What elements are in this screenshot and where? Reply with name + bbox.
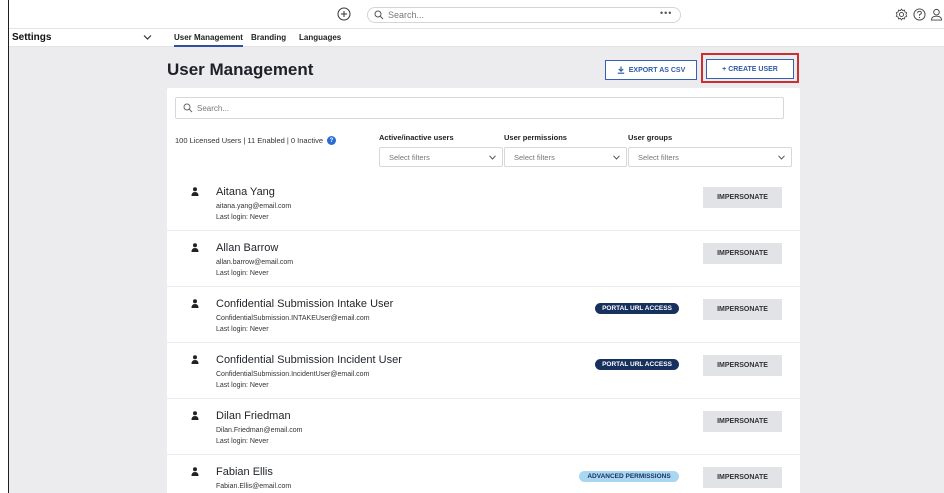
tab-branding[interactable]: Branding	[251, 33, 286, 42]
search-icon	[183, 103, 193, 113]
portal-url-access-badge: PORTAL URL ACCESS	[595, 359, 679, 370]
person-icon	[191, 299, 199, 308]
person-icon	[191, 411, 199, 420]
advanced-permissions-badge: ADVANCED PERMISSIONS	[579, 471, 679, 482]
user-name[interactable]: Allan Barrow	[216, 242, 278, 254]
export-csv-label: EXPORT AS CSV	[628, 66, 686, 74]
top-bar: •••	[9, 0, 944, 29]
help-icon[interactable]	[913, 8, 926, 21]
person-icon	[191, 243, 199, 252]
user-last-login: Last login: Never	[216, 326, 269, 333]
user-counts-text: 100 Licensed Users | 11 Enabled | 0 Inac…	[175, 136, 324, 145]
user-row[interactable]: Aitana Yang aitana.yang@email.com Last l…	[167, 175, 800, 231]
user-last-login: Last login: Never	[216, 214, 269, 221]
user-email: ConfidentialSubmission.IncidentUser@emai…	[216, 371, 370, 378]
filter-active-select[interactable]: Select filters	[379, 147, 503, 167]
filter-groups-select[interactable]: Select filters	[628, 147, 792, 167]
filter-label-groups: User groups	[628, 133, 673, 142]
add-circle-icon[interactable]	[337, 7, 351, 21]
impersonate-button[interactable]: IMPERSONATE	[703, 187, 782, 208]
filter-label-active: Active/inactive users	[379, 133, 454, 142]
person-icon	[191, 355, 199, 364]
user-row[interactable]: Confidential Submission Incident User Co…	[167, 343, 800, 399]
user-name[interactable]: Confidential Submission Incident User	[216, 354, 402, 366]
export-csv-button[interactable]: EXPORT AS CSV	[605, 60, 697, 80]
create-user-button[interactable]: + CREATE USER	[706, 59, 794, 79]
chevron-down-icon	[613, 155, 620, 160]
user-profile-icon[interactable]	[930, 8, 943, 21]
tab-languages[interactable]: Languages	[299, 33, 341, 42]
user-last-login: Last login: Never	[216, 438, 269, 445]
impersonate-button[interactable]: IMPERSONATE	[703, 299, 782, 320]
impersonate-button[interactable]: IMPERSONATE	[703, 355, 782, 376]
download-icon	[617, 66, 624, 74]
impersonate-button[interactable]: IMPERSONATE	[703, 411, 782, 432]
person-icon	[191, 467, 199, 476]
user-row[interactable]: Confidential Submission Intake User Conf…	[167, 287, 800, 343]
search-icon	[374, 10, 384, 20]
app-window: ••• Settings User Management Branding La…	[8, 0, 944, 493]
tab-user-management[interactable]: User Management	[174, 33, 243, 47]
settings-nav: Settings User Management Branding Langua…	[9, 29, 944, 47]
person-icon	[191, 187, 199, 196]
user-last-login: Last login: Never	[216, 270, 269, 277]
user-last-login: Last login: Never	[216, 382, 269, 389]
filter-placeholder: Select filters	[638, 153, 679, 162]
filter-label-permissions: User permissions	[504, 133, 567, 142]
user-row[interactable]: Dilan Friedman Dilan.Friedman@email.com …	[167, 399, 800, 455]
user-search[interactable]	[175, 97, 784, 119]
user-name[interactable]: Fabian Ellis	[216, 466, 273, 478]
global-search[interactable]: •••	[367, 7, 681, 23]
chevron-down-icon[interactable]	[143, 34, 152, 41]
user-email: aitana.yang@email.com	[216, 203, 292, 210]
user-email: ConfidentialSubmission.INTAKEUser@email.…	[216, 315, 370, 322]
user-row[interactable]: Allan Barrow allan.barrow@email.com Last…	[167, 231, 800, 287]
user-counts: 100 Licensed Users | 11 Enabled | 0 Inac…	[175, 136, 337, 145]
user-email: Fabian.Ellis@email.com	[216, 483, 292, 490]
chevron-down-icon	[778, 155, 785, 160]
filter-placeholder: Select filters	[514, 153, 555, 162]
user-name[interactable]: Confidential Submission Intake User	[216, 298, 393, 310]
portal-url-access-badge: PORTAL URL ACCESS	[595, 303, 679, 314]
global-search-input[interactable]	[388, 9, 628, 21]
user-email: allan.barrow@email.com	[216, 259, 294, 266]
user-name[interactable]: Aitana Yang	[216, 186, 275, 198]
filter-permissions-select[interactable]: Select filters	[504, 147, 627, 167]
user-name[interactable]: Dilan Friedman	[216, 410, 291, 422]
page-title: User Management	[167, 60, 314, 79]
impersonate-button[interactable]: IMPERSONATE	[703, 243, 782, 264]
chevron-down-icon	[489, 155, 496, 160]
user-row[interactable]: Fabian Ellis Fabian.Ellis@email.com ADVA…	[167, 455, 800, 493]
settings-title[interactable]: Settings	[12, 32, 51, 43]
info-icon[interactable]: ?	[327, 136, 337, 145]
user-search-input[interactable]	[197, 102, 597, 114]
impersonate-button[interactable]: IMPERSONATE	[703, 467, 782, 488]
filter-placeholder: Select filters	[389, 153, 430, 162]
gear-icon[interactable]	[895, 8, 908, 21]
more-options-icon[interactable]: •••	[660, 8, 672, 18]
user-list-panel: 100 Licensed Users | 11 Enabled | 0 Inac…	[167, 88, 800, 493]
create-user-label: + CREATE USER	[722, 65, 778, 73]
user-email: Dilan.Friedman@email.com	[216, 427, 303, 434]
